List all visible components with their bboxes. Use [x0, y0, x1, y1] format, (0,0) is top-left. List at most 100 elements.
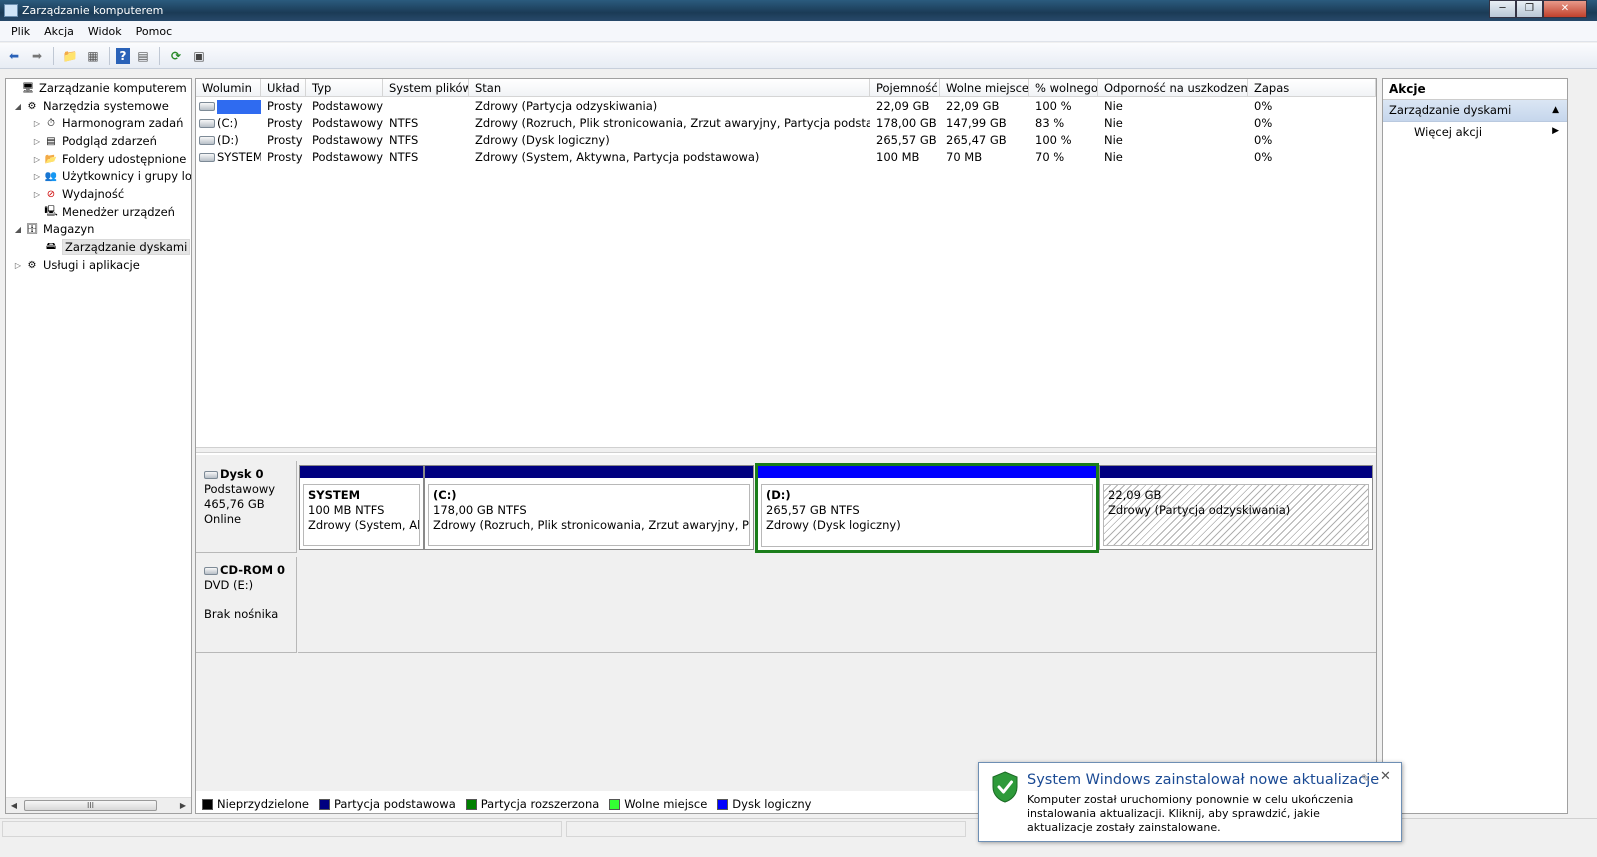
partition-system[interactable]: SYSTEM 100 MB NTFS Zdrowy (System, Aktyw…: [299, 465, 424, 550]
partition-d[interactable]: (D:) 265,57 GB NTFS Zdrowy (Dysk logiczn…: [755, 463, 1099, 553]
tree-item-event-viewer[interactable]: ▷ ▤ Podgląd zdarzeń: [31, 132, 157, 150]
tree-item-label: Podgląd zdarzeń: [62, 134, 157, 148]
column-header-layout[interactable]: Układ: [261, 79, 306, 97]
column-header-capacity[interactable]: Pojemność: [870, 79, 940, 97]
partition-body: (C:) 178,00 GB NTFS Zdrowy (Rozruch, Pli…: [428, 484, 750, 546]
expand-arrow-icon[interactable]: ▷: [31, 190, 43, 199]
table-row[interactable]: SYSTEM Prosty Podstawowy NTFS Zdrowy (Sy…: [196, 149, 1376, 166]
tree-item-disk-management[interactable]: 🖴 Zarządzanie dyskami: [31, 238, 191, 256]
help-icon[interactable]: ?: [116, 47, 130, 64]
toolbar: ⬅ ➡ 📁 ▦ ? ▤ ⟳ ▣: [0, 43, 1597, 69]
table-row[interactable]: (D:) Prosty Podstawowy NTFS Zdrowy (Dysk…: [196, 132, 1376, 149]
pin-icon[interactable]: ✎: [1361, 772, 1370, 785]
show-hide-tree-icon[interactable]: ▦: [83, 46, 103, 66]
partition-name: (D:): [766, 488, 791, 502]
close-icon[interactable]: ✕: [1380, 769, 1391, 784]
drive-icon: [199, 153, 215, 162]
maximize-button[interactable]: ❐: [1516, 0, 1543, 18]
tree-item-label: Zarządzanie komputerem (loka: [39, 81, 191, 95]
status-bar-cell: [2, 821, 562, 837]
expand-arrow-icon[interactable]: ▷: [31, 172, 43, 181]
disk-name: Dysk 0: [204, 467, 296, 482]
menu-plik[interactable]: Plik: [4, 21, 37, 41]
expand-arrow-icon[interactable]: ▷: [31, 119, 43, 128]
partition-color-bar: [758, 466, 1096, 478]
column-header-status[interactable]: Stan: [469, 79, 870, 97]
type-cell: Podstawowy: [312, 150, 383, 164]
close-button[interactable]: ✕: [1543, 0, 1587, 18]
tree-item-services-apps[interactable]: ▷ ⚙ Usługi i aplikacje: [12, 256, 140, 274]
scroll-right-icon[interactable]: ▶: [175, 798, 191, 813]
capacity-cell: 22,09 GB: [876, 99, 930, 113]
overhead-cell: 0%: [1254, 150, 1273, 164]
menu-widok[interactable]: Widok: [81, 21, 129, 41]
partition-color-bar: [1100, 466, 1372, 478]
menu-pomoc[interactable]: Pomoc: [129, 21, 179, 41]
partition-size: 22,09 GB: [1108, 488, 1162, 502]
drive-icon: [199, 119, 215, 128]
tree-item-device-manager[interactable]: 🖳 Menedżer urządzeń: [31, 203, 175, 221]
collapse-up-icon[interactable]: ▲: [1552, 105, 1559, 115]
layout-cell: Prosty: [267, 99, 303, 113]
disk-size: 465,76 GB: [204, 497, 265, 511]
partition-c[interactable]: (C:) 178,00 GB NTFS Zdrowy (Rozruch, Pli…: [424, 465, 754, 550]
overhead-cell: 0%: [1254, 116, 1273, 130]
tree-horizontal-scrollbar[interactable]: ◀ III ▶: [6, 797, 191, 813]
column-header-fault-tolerance[interactable]: Odporność na uszkodzenia: [1098, 79, 1248, 97]
notification-title: System Windows zainstalował nowe aktuali…: [1027, 772, 1380, 788]
column-header-type[interactable]: Typ: [306, 79, 383, 97]
submenu-arrow-icon: ▶: [1552, 126, 1559, 136]
status-cell: Zdrowy (System, Aktywna, Partycja podsta…: [475, 150, 760, 164]
cdrom-0-area[interactable]: [298, 557, 1376, 653]
cdrom-0-label[interactable]: CD-ROM 0 DVD (E:) Brak nośnika: [196, 557, 297, 653]
column-header-volume[interactable]: Wolumin: [196, 79, 261, 97]
export-list-icon[interactable]: ▣: [189, 46, 209, 66]
tree-item-shared-folders[interactable]: ▷ 📂 Foldery udostępnione: [31, 150, 186, 168]
column-header-overhead[interactable]: Zapas: [1248, 79, 1376, 97]
tree-item-storage[interactable]: ◢ 🗄 Magazyn: [12, 220, 95, 238]
layout-cell: Prosty: [267, 116, 303, 130]
tree-item-performance[interactable]: ▷ ⊘ Wydajność: [31, 185, 124, 203]
percent-free-cell: 70 %: [1035, 150, 1065, 164]
legend-item-logical: Dysk logiczny: [717, 797, 811, 811]
tree-item-task-scheduler[interactable]: ▷ ⏱ Harmonogram zadań: [31, 114, 184, 132]
refresh-icon[interactable]: ⟳: [166, 46, 186, 66]
fault-tolerance-cell: Nie: [1104, 99, 1123, 113]
table-row[interactable]: (C:) Prosty Podstawowy NTFS Zdrowy (Rozr…: [196, 115, 1376, 132]
free-space-cell: 147,99 GB: [946, 116, 1007, 130]
update-notification[interactable]: System Windows zainstalował nowe aktuali…: [978, 762, 1402, 842]
legend-label: Partycja rozszerzona: [480, 797, 600, 811]
volume-name: SYSTEM: [217, 150, 261, 164]
actions-section-disk-management[interactable]: Zarządzanie dyskami ▲: [1383, 100, 1567, 122]
tree-item-users-groups[interactable]: ▷ 👥 Użytkownicy i grupy lok: [31, 167, 191, 185]
column-header-free-space[interactable]: Wolne miejsce: [940, 79, 1029, 97]
legend-label: Wolne miejsce: [624, 797, 708, 811]
collapse-arrow-icon[interactable]: ◢: [12, 102, 24, 111]
expand-arrow-icon[interactable]: ▷: [31, 155, 43, 164]
disk-0-label[interactable]: Dysk 0 Podstawowy 465,76 GB Online: [196, 461, 297, 553]
collapse-arrow-icon[interactable]: ◢: [12, 225, 24, 234]
tree-item-system-tools[interactable]: ◢ ⚙ Narzędzia systemowe: [12, 97, 169, 115]
pane-splitter[interactable]: [196, 447, 1376, 453]
column-header-filesystem[interactable]: System plików: [383, 79, 469, 97]
tree-item-label: Foldery udostępnione: [62, 152, 187, 166]
forward-icon[interactable]: ➡: [27, 46, 47, 66]
toolbar-separator: [109, 46, 110, 65]
partition-recovery[interactable]: 22,09 GB Zdrowy (Partycja odzyskiwania): [1099, 465, 1373, 550]
fault-tolerance-cell: Nie: [1104, 133, 1123, 147]
expand-arrow-icon[interactable]: ▷: [31, 137, 43, 146]
legend-label: Partycja podstawowa: [333, 797, 456, 811]
minimize-button[interactable]: ─: [1489, 0, 1516, 18]
scrollbar-thumb[interactable]: III: [24, 800, 157, 811]
back-icon[interactable]: ⬅: [4, 46, 24, 66]
show-hide-action-pane-icon[interactable]: ▤: [133, 46, 153, 66]
more-actions-link[interactable]: Więcej akcji ▶: [1383, 122, 1567, 142]
table-row[interactable]: Prosty Podstawowy Zdrowy (Partycja odzys…: [196, 98, 1376, 115]
column-header-percent-free[interactable]: % wolnego: [1029, 79, 1098, 97]
tree-item-computer-management[interactable]: 🖥 Zarządzanie komputerem (loka: [8, 79, 191, 97]
expand-arrow-icon[interactable]: ▷: [12, 261, 24, 270]
menu-akcja[interactable]: Akcja: [37, 21, 81, 41]
up-folder-icon[interactable]: 📁: [60, 46, 80, 66]
scroll-left-icon[interactable]: ◀: [6, 798, 22, 813]
legend-label: Dysk logiczny: [732, 797, 812, 811]
